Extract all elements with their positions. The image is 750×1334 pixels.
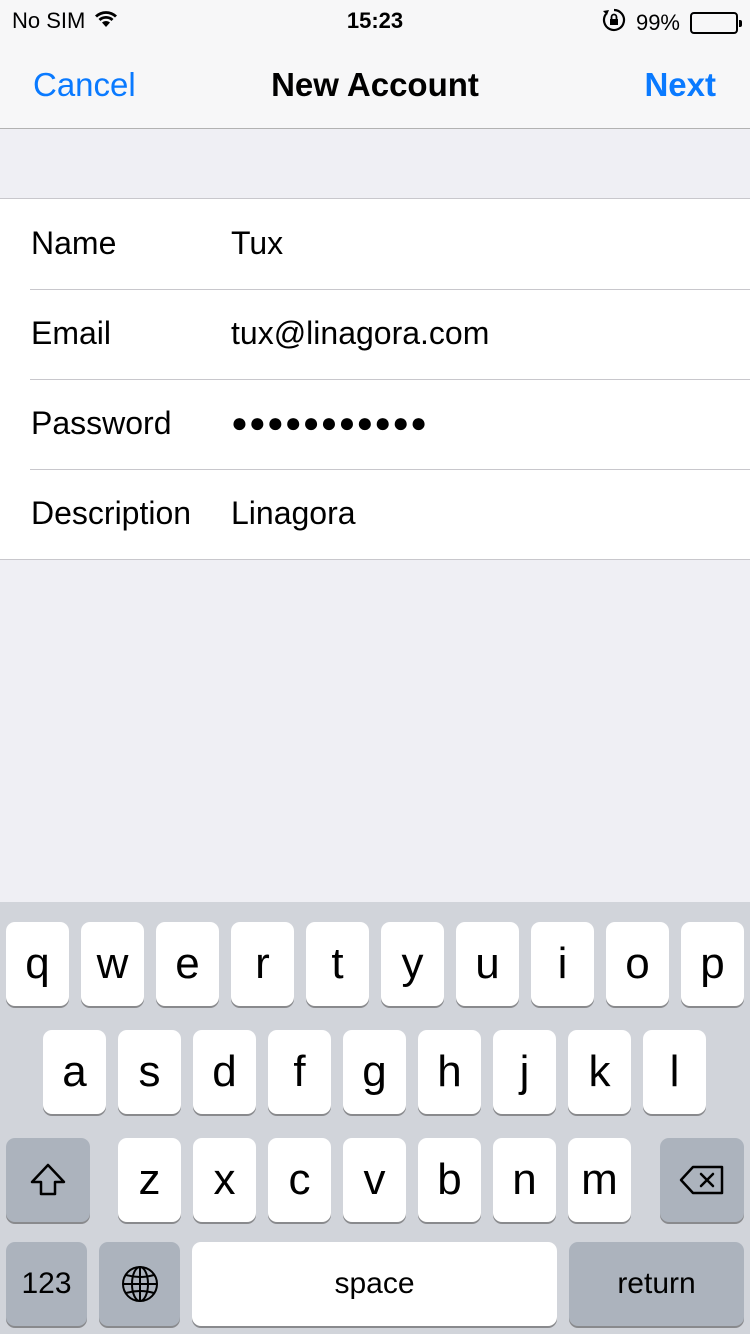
key-p[interactable]: p [681,922,744,1006]
name-field[interactable]: Tux [231,225,283,262]
status-right: 99% [602,8,742,38]
name-label: Name [31,225,117,261]
space-bar[interactable]: space [192,1242,557,1326]
key-o[interactable]: o [606,922,669,1006]
battery-icon [690,12,742,34]
password-label: Password [31,405,172,441]
password-row[interactable]: Password ●●●●●●●●●●● [0,379,750,469]
globe-button[interactable] [99,1242,180,1326]
key-y[interactable]: y [381,922,444,1006]
next-button[interactable]: Next [644,66,716,104]
password-field[interactable]: ●●●●●●●●●●● [231,407,428,439]
battery-percent: 99% [635,10,680,35]
key-v[interactable]: v [343,1138,406,1222]
keyboard: q w e r t y u i o p a s d f g h j k l z … [0,902,750,1334]
key-j[interactable]: j [493,1030,556,1114]
account-form: Name Tux Email tux@linagora.com Password… [0,198,750,560]
email-label: Email [31,315,112,351]
globe-icon [120,1264,160,1304]
name-row[interactable]: Name Tux [0,199,750,289]
key-t[interactable]: t [306,922,369,1006]
status-bar: No SIM 15:23 99% [0,0,750,40]
key-l[interactable]: l [643,1030,706,1114]
key-e[interactable]: e [156,922,219,1006]
key-g[interactable]: g [343,1030,406,1114]
page-title: New Account [271,66,479,103]
key-k[interactable]: k [568,1030,631,1114]
key-r[interactable]: r [231,922,294,1006]
numbers-button[interactable]: 123 [6,1242,87,1326]
return-button[interactable]: return [569,1242,744,1326]
shift-button[interactable] [6,1138,90,1222]
description-label: Description [31,495,192,531]
key-i[interactable]: i [531,922,594,1006]
key-z[interactable]: z [118,1138,181,1222]
key-f[interactable]: f [268,1030,331,1114]
navigation-bar: Cancel New Account Next [0,40,750,129]
description-field[interactable]: Linagora [231,495,356,532]
rotation-lock-icon [602,8,626,38]
key-b[interactable]: b [418,1138,481,1222]
key-m[interactable]: m [568,1138,631,1222]
key-c[interactable]: c [268,1138,331,1222]
description-row[interactable]: Description Linagora [0,469,750,559]
key-s[interactable]: s [118,1030,181,1114]
delete-button[interactable] [660,1138,744,1222]
key-h[interactable]: h [418,1030,481,1114]
key-w[interactable]: w [81,922,144,1006]
key-u[interactable]: u [456,922,519,1006]
key-q[interactable]: q [6,922,69,1006]
key-d[interactable]: d [193,1030,256,1114]
backspace-icon [679,1164,725,1196]
key-a[interactable]: a [43,1030,106,1114]
shift-icon [28,1162,68,1198]
email-field[interactable]: tux@linagora.com [231,315,489,352]
key-n[interactable]: n [493,1138,556,1222]
email-row[interactable]: Email tux@linagora.com [0,289,750,379]
key-x[interactable]: x [193,1138,256,1222]
